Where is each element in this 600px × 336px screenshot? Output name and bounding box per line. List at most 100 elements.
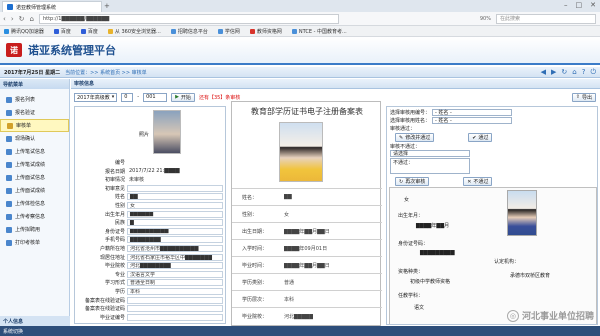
option-2-label: 选择审核用姓名：	[390, 118, 431, 124]
home-icon[interactable]: ⌂	[572, 68, 576, 76]
record-field-value[interactable]	[127, 305, 223, 313]
certificate-row-label: 性别：	[242, 211, 258, 218]
bookmark-item[interactable]: NTCE - 中国教育考...	[291, 28, 347, 35]
record-field-value[interactable]	[127, 184, 223, 192]
bookmark-item[interactable]: 教师资格网	[249, 28, 282, 35]
personal-info-section[interactable]: 个人信息	[0, 316, 70, 326]
certificate-row-label: 姓名：	[242, 194, 258, 201]
record-field-value[interactable]: ▇▇▇▇▇▇▇▇▇▇	[127, 227, 223, 235]
export-button[interactable]: ⇪ 导出	[571, 92, 596, 102]
option-row-1: 选择审核用编号： - 姓名 -	[390, 109, 513, 116]
confirm-icon	[6, 135, 12, 142]
forward-icon[interactable]: ›	[11, 15, 14, 23]
record-field-label: 姓名	[114, 194, 125, 201]
close-window-button[interactable]: ✕	[590, 1, 596, 9]
zoom-level[interactable]: 90%	[480, 16, 491, 22]
option-1-select[interactable]: - 姓名 -	[432, 109, 513, 116]
new-tab-button[interactable]: +	[104, 2, 110, 10]
fail-reason-textarea[interactable]: 不通过：	[390, 158, 470, 174]
bookmark-item[interactable]: 学信网	[217, 28, 240, 35]
sidebar-item-review[interactable]: 审核单	[0, 119, 69, 132]
page-end-input[interactable]: 001	[143, 92, 168, 102]
record-field-value[interactable]: 普通全日制	[127, 279, 223, 287]
option-row-2: 选择审核用姓名： - 姓名 -	[390, 117, 513, 124]
back-icon[interactable]: ‹	[3, 15, 6, 23]
record-field-value[interactable]: 本科	[127, 288, 223, 295]
help-icon[interactable]: ?	[582, 68, 586, 76]
sidebar-item-upload-interview-info[interactable]: 上传面试信息	[0, 171, 69, 184]
fail-reason-select[interactable]: 请选择	[390, 150, 470, 157]
record-field-value[interactable]: 河北省沧州市▇▇▇▇▇▇▇▇▇▇	[127, 245, 223, 252]
sidebar-item-upload-interview-score[interactable]: 上传面试成绩	[0, 184, 69, 197]
certificate-row-label: 学历类别：	[242, 279, 268, 286]
sidebar-item-upload-written-info[interactable]: 上传笔试信息	[0, 145, 69, 158]
record-field-value[interactable]: ▇▇▇▇▇▇	[127, 210, 223, 218]
maximize-button[interactable]: □	[576, 1, 583, 9]
record-field-label: 出生年月	[104, 211, 125, 218]
certificate-row-value: 普通	[284, 279, 295, 286]
search-input[interactable]: 在此搜索	[496, 13, 596, 24]
record-field-label: 学习形式	[104, 280, 125, 287]
sidebar-item-print-assessment[interactable]: 打印考核单	[0, 236, 69, 249]
address-bar[interactable]: http://1▇▇▇▇▇▇/▇▇▇▇▇▇	[38, 13, 339, 24]
forward-arrow-icon[interactable]: ▶	[551, 68, 556, 76]
sidebar-item-upload-written-score[interactable]: 上传笔试成绩	[0, 158, 69, 171]
bookmark-item[interactable]: 百度	[80, 28, 98, 35]
certificate-row-label: 出生日期：	[242, 228, 268, 235]
page-icon	[291, 28, 297, 34]
browser-nav-bar: ‹ › ↻ ⌂ http://1▇▇▇▇▇▇/▇▇▇▇▇▇ 90% 在此搜索	[0, 12, 600, 26]
minimize-button[interactable]: –	[564, 1, 568, 9]
chevron-down-icon: ▾	[111, 94, 115, 100]
sidebar-item-onsite-confirm[interactable]: 现场确认	[0, 132, 69, 145]
refresh-icon[interactable]: ↻	[19, 15, 25, 23]
back-arrow-icon[interactable]: ◀	[541, 68, 546, 76]
certificate-photo	[279, 122, 323, 182]
record-field-value[interactable]: 河北▇▇▇▇▇▇▇▇	[127, 262, 223, 270]
bookmark-item[interactable]: 从 360安全浏览器...	[107, 28, 161, 35]
close-icon: ✕	[467, 178, 472, 185]
certificate-row-label: 毕业院校：	[242, 313, 268, 320]
sidebar-item-upload-medical-info[interactable]: 上传体检信息	[0, 197, 69, 210]
record-field-value[interactable]: ▇	[127, 219, 223, 227]
baidu-icon	[80, 28, 86, 34]
option-2-select[interactable]: - 姓名 -	[432, 117, 513, 124]
bookmark-item[interactable]: 百度	[53, 28, 71, 35]
certificate-row-value: ▇▇▇▇年▇▇月▇▇日	[284, 228, 330, 235]
fail-button[interactable]: ✕ 不通过	[463, 177, 493, 186]
home-icon[interactable]: ⌂	[30, 15, 34, 23]
record-field-value[interactable]: ▇▇▇▇▇▇▇▇	[127, 236, 223, 244]
record-field-label: 身份证号	[104, 228, 125, 235]
certificate-row-value: ▇▇▇▇年▇▇月▇▇日	[284, 262, 330, 269]
modify-and-pass-button[interactable]: ✎ 修改并通过	[395, 133, 435, 142]
certificate-row: 性别： 女	[232, 205, 382, 222]
bookmark-item[interactable]: 腾讯QQ加速器	[4, 28, 44, 35]
sidebar-item-registration-list[interactable]: 报名列表	[0, 93, 69, 106]
record-field-label: 报名日期	[104, 168, 125, 175]
year-select[interactable]: 2017年高级教 ▾	[74, 92, 118, 102]
record-field-value[interactable]: 女	[127, 202, 223, 209]
record-field-value[interactable]: 汉语言文学	[127, 270, 223, 278]
bookmark-item[interactable]: 招聘信息平台	[170, 28, 208, 35]
page-start-input[interactable]: 0	[121, 92, 134, 102]
bottom-bar[interactable]: 系统切换	[0, 326, 600, 336]
certificate-row-label: 入学时间：	[242, 245, 268, 252]
browser-tab[interactable]: 诺亚教师管理系统	[2, 1, 102, 12]
sidebar-item-registration-verify[interactable]: 报名验证	[0, 106, 69, 119]
sidebar-item-upload-hiring[interactable]: 上传拟聘用	[0, 223, 69, 236]
record-field-value[interactable]: ▇▇	[127, 193, 223, 201]
re-review-button[interactable]: ↻ 再次审核	[395, 177, 430, 186]
start-button[interactable]: ▶ 开始	[171, 92, 195, 102]
record-field-value[interactable]	[127, 296, 223, 304]
record-field-value[interactable]: 河北省石家庄市裕华区中▇▇▇▇▇▇▇	[127, 253, 223, 261]
record-field-value[interactable]	[127, 313, 223, 321]
certificate-row-value: 河北▇▇▇▇▇	[284, 313, 314, 320]
refresh-icon[interactable]: ↻	[561, 68, 567, 76]
play-icon: ▶	[175, 94, 179, 100]
pass-button[interactable]: ✔ 通过	[468, 133, 493, 142]
watermark-logo-icon: ◎	[506, 309, 519, 322]
record-field-label: 现居住地址	[99, 254, 125, 261]
exit-icon[interactable]: ⏻	[590, 68, 596, 77]
upload-icon	[6, 187, 12, 194]
sidebar-item-upload-inspection-info[interactable]: 上传考察信息	[0, 210, 69, 223]
option-1-label: 选择审核用编号：	[390, 110, 431, 116]
